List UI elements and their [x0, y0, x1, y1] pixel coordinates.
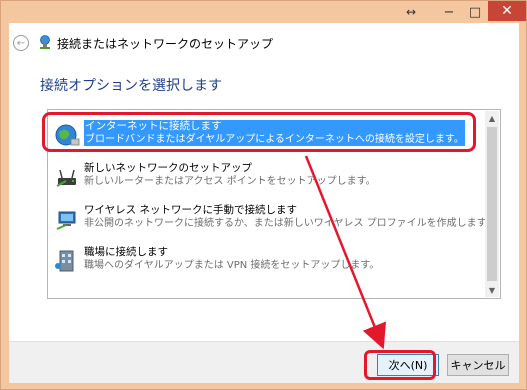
- scroll-thumb[interactable]: [487, 127, 497, 281]
- workplace-icon: [55, 250, 74, 272]
- nav-bar: ← 接続またはネットワークのセットアップ: [9, 23, 519, 61]
- annotation-highlight-option: [42, 112, 476, 152]
- back-button[interactable]: ←: [13, 35, 29, 51]
- wireless-icon: [56, 211, 76, 230]
- annotation-highlight-next-button: [364, 350, 436, 380]
- list-scrollbar[interactable]: ▲ ▼: [485, 111, 499, 297]
- page-heading: 接続オプションを選択します: [40, 78, 222, 94]
- dialog-window: ↔ − □ ✕ ← 接続またはネットワークのセットアップ 接続オプションを選択し…: [0, 0, 527, 390]
- network-setup-icon: [40, 35, 50, 49]
- resize-icon[interactable]: ↔: [399, 3, 423, 21]
- option-title: ワイヤレス ネットワークに手動で接続します: [84, 204, 298, 216]
- scroll-up-arrow-icon[interactable]: ▲: [485, 111, 499, 125]
- dialog-content: ← 接続またはネットワークのセットアップ 接続オプションを選択します インターネ…: [9, 23, 519, 383]
- option-title: 新しいネットワークのセットアップ: [84, 162, 252, 174]
- option-description: 職場へのダイヤルアップまたは VPN 接続をセットアップします。: [84, 260, 380, 271]
- cancel-button[interactable]: キャンセル: [447, 354, 509, 376]
- option-workplace[interactable]: 職場に接続します 職場へのダイヤルアップまたは VPN 接続をセットアップします…: [52, 244, 482, 284]
- option-description: 新しいルーターまたはアクセス ポイントをセットアップします。: [84, 176, 376, 187]
- close-button[interactable]: ✕: [488, 1, 526, 21]
- window-title: 接続またはネットワークのセットアップ: [57, 37, 274, 51]
- option-manual-wireless[interactable]: ワイヤレス ネットワークに手動で接続します 非公開のネットワークに接続するか、ま…: [52, 202, 496, 242]
- option-description: 非公開のネットワークに接続するか、または新しいワイヤレス プロファイルを作成しま…: [84, 218, 496, 229]
- title-bar[interactable]: ↔ − □ ✕: [1, 1, 526, 23]
- option-title: 職場に接続します: [84, 246, 168, 258]
- option-new-network[interactable]: 新しいネットワークのセットアップ 新しいルーターまたはアクセス ポイントをセット…: [52, 160, 482, 200]
- minimize-button[interactable]: −: [437, 3, 461, 21]
- router-icon: [56, 169, 76, 187]
- maximize-button[interactable]: □: [463, 3, 487, 21]
- scroll-down-arrow-icon[interactable]: ▼: [485, 283, 499, 297]
- button-bar: 次へ(N) キャンセル: [9, 341, 519, 383]
